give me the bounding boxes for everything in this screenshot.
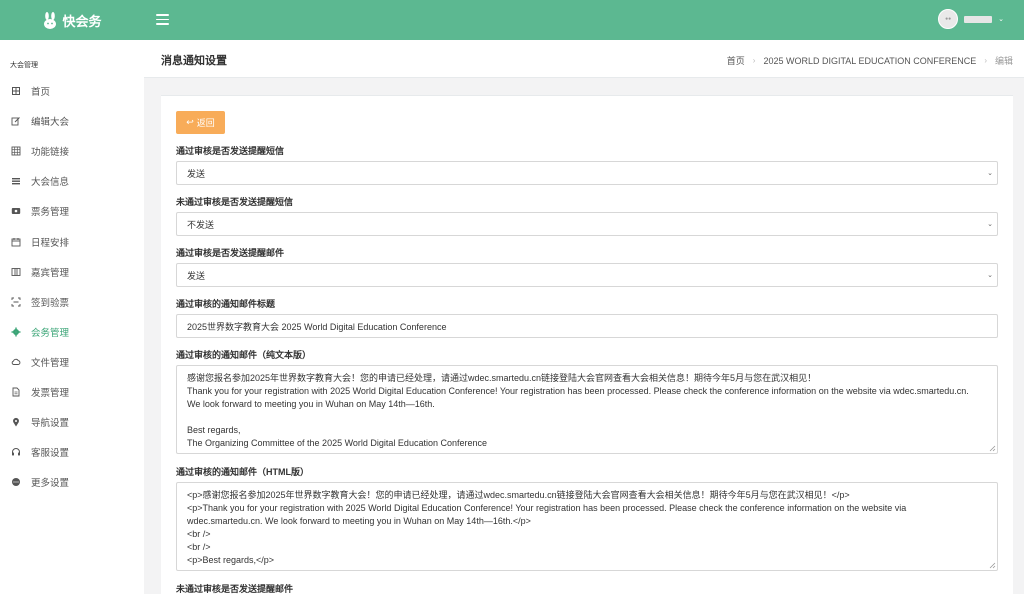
textarea-line: We look forward to meeting you in Wuhan … — [187, 399, 435, 409]
approve-sms-select[interactable]: 发送 ⌄ — [176, 161, 998, 185]
sidebar-item[interactable]: 导航设置 — [0, 407, 144, 437]
sidebar-section-title: 大会管理 — [10, 62, 38, 69]
chevron-down-icon: ⌄ — [987, 170, 993, 177]
approve-email-title-input[interactable]: 2025世界数字教育大会 2025 World Digital Educatio… — [176, 314, 998, 338]
brand-name: 快会务 — [62, 13, 102, 29]
approve-email-title-value: 2025世界数字教育大会 2025 World Digital Educatio… — [187, 321, 447, 332]
back-button[interactable]: ↩ 返回 — [176, 111, 225, 134]
reject-sms-label: 未通过审核是否发送提醒短信 — [176, 197, 294, 207]
guest-icon — [11, 267, 21, 277]
textarea-line: Best regards, — [187, 425, 241, 435]
sidebar-item-label: 嘉宾管理 — [31, 267, 70, 279]
resize-handle-icon[interactable] — [989, 445, 996, 452]
approve-email-html-label: 通过审核的通知邮件（HTML版） — [176, 467, 309, 477]
chevron-right-icon: › — [752, 56, 756, 65]
sidebar-item[interactable]: 功能链接 — [0, 136, 144, 166]
sidebar-item-label: 发票管理 — [31, 387, 70, 399]
home-icon — [11, 86, 21, 96]
sidebar-item[interactable]: 发票管理 — [0, 377, 144, 407]
breadcrumb-home[interactable]: 首页 — [727, 54, 745, 67]
sidebar-item[interactable]: 文件管理 — [0, 347, 144, 377]
back-button-label: 返回 — [196, 118, 215, 128]
sidebar-item-label: 导航设置 — [31, 418, 70, 430]
textarea-line: <p>Thank you for your registration with … — [187, 503, 907, 513]
sidebar-item[interactable]: 会务管理 — [0, 317, 144, 347]
approve-sms-value: 发送 — [187, 168, 206, 179]
textarea-line: wdec.smartedu.cn. We look forward to mee… — [187, 516, 531, 526]
textarea-line: <p>Best regards,</p> — [187, 555, 275, 565]
brand[interactable]: 快会务 — [0, 0, 144, 40]
more-icon — [11, 477, 21, 487]
reject-sms-select[interactable]: 不发送 ⌄ — [176, 212, 998, 236]
textarea-line: <br /> — [187, 529, 211, 539]
avatar: ●● — [938, 9, 959, 29]
gear-icon — [11, 327, 21, 337]
sidebar-item[interactable]: 更多设置 — [0, 467, 144, 497]
user-menu[interactable]: ●● ⌄ — [938, 9, 1004, 29]
edit-icon — [11, 116, 21, 126]
ticket-icon — [11, 206, 21, 216]
textarea-line: <br /> — [187, 542, 211, 552]
approve-email-text-textarea[interactable]: 感谢您报名参加2025年世界数字教育大会！您的申请已经处理，请通过wdec.sm… — [176, 365, 998, 454]
cloud-icon — [11, 357, 21, 367]
rabbit-icon — [42, 11, 58, 29]
chevron-down-icon: ⌄ — [998, 16, 1004, 23]
reject-email-label: 未通过审核是否发送提醒邮件 — [176, 584, 294, 594]
sidebar-item-label: 首页 — [31, 87, 51, 99]
breadcrumb-current: 编辑 — [994, 56, 1013, 66]
hamburger-icon[interactable] — [156, 14, 169, 25]
reject-sms-value: 不发送 — [187, 219, 215, 230]
chevron-down-icon: ⌄ — [987, 272, 993, 279]
approve-email-select[interactable]: 发送 ⌄ — [176, 263, 998, 287]
sidebar-item[interactable]: 日程安排 — [0, 226, 144, 256]
calendar-icon — [11, 237, 21, 247]
grid-icon — [11, 146, 21, 156]
approve-email-label: 通过审核是否发送提醒邮件 — [176, 248, 285, 258]
approve-email-value: 发送 — [187, 270, 206, 281]
sidebar: 大会管理 首页编辑大会功能链接大会信息票务管理日程安排嘉宾管理签到验票会务管理文… — [0, 40, 144, 594]
chevron-right-icon: › — [984, 56, 987, 65]
page-header: 消息通知设置 首页 › 2025 WORLD DIGITAL EDUCATION… — [144, 40, 1024, 78]
sidebar-item-label: 票务管理 — [31, 207, 70, 219]
sidebar-item-label: 大会信息 — [31, 177, 70, 189]
list-icon — [11, 176, 21, 186]
textarea-line: 感谢您报名参加2025年世界数字教育大会！您的申请已经处理，请通过wdec.sm… — [187, 373, 817, 383]
sidebar-item-label: 编辑大会 — [31, 117, 70, 129]
sidebar-item-label: 功能链接 — [31, 147, 70, 159]
chevron-down-icon: ⌄ — [987, 221, 993, 228]
textarea-line — [187, 411, 987, 424]
file-icon — [11, 387, 21, 397]
top-bar: 快会务 ●● ⌄ — [0, 0, 1024, 40]
qrcode-icon — [11, 297, 21, 307]
resize-handle-icon[interactable] — [989, 562, 996, 569]
sidebar-item-label: 客服设置 — [31, 448, 70, 460]
textarea-line: The Organizing Committee of the 2025 Wor… — [187, 438, 487, 448]
sidebar-item-label: 会务管理 — [31, 327, 70, 339]
sidebar-item[interactable]: 签到验票 — [0, 287, 144, 317]
sidebar-item-label: 文件管理 — [31, 357, 70, 369]
sidebar-item-label: 签到验票 — [31, 297, 70, 309]
approve-email-text-label: 通过审核的通知邮件（纯文本版） — [176, 350, 312, 360]
page-title: 消息通知设置 — [161, 55, 227, 67]
sidebar-item[interactable]: 票务管理 — [0, 196, 144, 226]
settings-panel: ↩ 返回 通过审核是否发送提醒短信 发送 ⌄ 未通过审核是否发送提醒短信 不发送… — [161, 95, 1013, 594]
approve-email-title-label: 通过审核的通知邮件标题 — [176, 299, 276, 309]
sidebar-item-label: 更多设置 — [31, 478, 70, 490]
breadcrumb: 首页 › 2025 WORLD DIGITAL EDUCATION CONFER… — [727, 54, 1013, 67]
approve-email-html-textarea[interactable]: <p>感谢您报名参加2025年世界数字教育大会！您的申请已经处理，请通过wdec… — [176, 482, 998, 571]
sidebar-item[interactable]: 首页 — [0, 76, 144, 106]
textarea-line: <p>感谢您报名参加2025年世界数字教育大会！您的申请已经处理，请通过wdec… — [187, 490, 850, 500]
sidebar-item-label: 日程安排 — [31, 237, 70, 249]
sidebar-item[interactable]: 编辑大会 — [0, 106, 144, 136]
approve-sms-label: 通过审核是否发送提醒短信 — [176, 146, 285, 156]
headset-icon — [11, 447, 21, 457]
textarea-line: Thank you for your registration with 202… — [187, 386, 969, 396]
sidebar-item[interactable]: 嘉宾管理 — [0, 257, 144, 287]
breadcrumb-conference[interactable]: 2025 WORLD DIGITAL EDUCATION CONFERENCE — [763, 56, 976, 66]
return-icon: ↩ — [186, 117, 194, 127]
username-redacted — [964, 15, 993, 23]
sidebar-item[interactable]: 客服设置 — [0, 437, 144, 467]
sidebar-item[interactable]: 大会信息 — [0, 166, 144, 196]
map-pin-icon — [11, 417, 21, 427]
